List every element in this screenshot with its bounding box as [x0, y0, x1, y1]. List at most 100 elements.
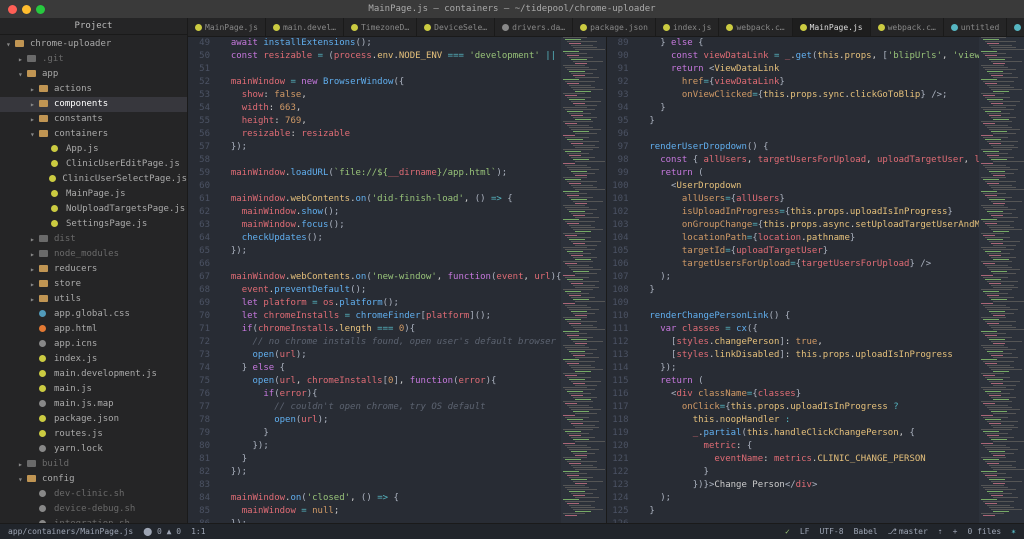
file-item[interactable]: MainPage.js — [0, 187, 187, 202]
code-line[interactable]: let chromeInstalls = chromeFinder[platfo… — [220, 310, 561, 323]
code-line[interactable]: })}>Change Person</div> — [639, 479, 980, 492]
folder-item[interactable]: ▸actions — [0, 82, 187, 97]
minimap[interactable] — [979, 37, 1024, 523]
file-item[interactable]: App.js — [0, 142, 187, 157]
code-line[interactable]: isUploadInProgress={this.props.uploadIsI… — [639, 206, 980, 219]
code-line[interactable] — [639, 128, 980, 141]
code-line[interactable]: mainWindow.show(); — [220, 206, 561, 219]
file-item[interactable]: package.json — [0, 412, 187, 427]
code-line[interactable]: targetId={uploadTargetUser} — [639, 245, 980, 258]
git-push-status[interactable]: ⇡ — [938, 527, 943, 536]
editor-tab[interactable]: untitled — [1007, 18, 1024, 36]
code-line[interactable] — [220, 258, 561, 271]
code-line[interactable] — [220, 479, 561, 492]
folder-item[interactable]: ▾containers — [0, 127, 187, 142]
code-line[interactable]: } — [220, 427, 561, 440]
folder-item[interactable]: ▸components — [0, 97, 187, 112]
code-line[interactable]: _.partial(this.handleClickChangePerson, … — [639, 427, 980, 440]
code-line[interactable]: } — [639, 115, 980, 128]
code-line[interactable]: ); — [639, 492, 980, 505]
share-icon[interactable]: ✶ — [1011, 527, 1016, 536]
file-item[interactable]: ClinicUserEditPage.js — [0, 157, 187, 172]
code-line[interactable]: this.noopHandler : — [639, 414, 980, 427]
folder-item[interactable]: ▸build — [0, 457, 187, 472]
diagnostics[interactable]: ⬤ 0 ▲ 0 — [143, 527, 181, 536]
code-line[interactable]: const viewDataLink = _.get(this.props, [… — [639, 50, 980, 63]
code-line[interactable]: } — [639, 505, 980, 518]
code-line[interactable]: }); — [220, 440, 561, 453]
code-line[interactable]: onGroupChange={this.props.async.setUploa… — [639, 219, 980, 232]
code-content[interactable]: } else { const viewDataLink = _.get(this… — [635, 37, 980, 523]
code-line[interactable]: <UserDropdown — [639, 180, 980, 193]
editor-tab[interactable]: MainPage.js — [188, 18, 266, 36]
file-item[interactable]: app.global.css — [0, 307, 187, 322]
code-line[interactable]: renderChangePersonLink() { — [639, 310, 980, 323]
folder-item[interactable]: ▸dist — [0, 232, 187, 247]
code-line[interactable]: allUsers={allUsers} — [639, 193, 980, 206]
editor-tab[interactable]: TimezoneD… — [344, 18, 417, 36]
code-line[interactable]: event.preventDefault(); — [220, 284, 561, 297]
folder-item[interactable]: ▸constants — [0, 112, 187, 127]
code-line[interactable]: } — [639, 102, 980, 115]
cursor-position[interactable]: 1:1 — [191, 527, 205, 536]
file-item[interactable]: integration.sh — [0, 517, 187, 523]
code-line[interactable]: }); — [220, 466, 561, 479]
code-line[interactable]: // couldn't open chrome, try OS default — [220, 401, 561, 414]
code-line[interactable]: mainWindow.webContents.on('new-window', … — [220, 271, 561, 284]
code-line[interactable]: }); — [639, 362, 980, 375]
file-item[interactable]: main.development.js — [0, 367, 187, 382]
file-tree[interactable]: ▾chrome-uploader▸.git▾app▸actions▸compon… — [0, 35, 187, 523]
editor-tab[interactable]: DeviceSele… — [417, 18, 495, 36]
code-line[interactable]: width: 663, — [220, 102, 561, 115]
code-line[interactable]: targetUsersForUpload={targetUsersForUplo… — [639, 258, 980, 271]
file-item[interactable]: main.js — [0, 382, 187, 397]
editor-tab[interactable]: webpack.c… — [719, 18, 792, 36]
file-item[interactable]: SettingsPage.js — [0, 217, 187, 232]
editor-pane-right[interactable]: 8990919293949596979899100101102103104105… — [606, 37, 1024, 523]
code-line[interactable]: locationPath={location.pathname} — [639, 232, 980, 245]
code-line[interactable]: return ( — [639, 375, 980, 388]
editor-tab[interactable]: webpack.c… — [871, 18, 944, 36]
code-line[interactable] — [220, 154, 561, 167]
code-line[interactable]: onClick={this.props.uploadIsInProgress ? — [639, 401, 980, 414]
folder-item[interactable]: ▾config — [0, 472, 187, 487]
code-line[interactable]: onViewClicked={this.props.sync.clickGoTo… — [639, 89, 980, 102]
code-line[interactable]: } — [220, 453, 561, 466]
code-line[interactable]: metric: { — [639, 440, 980, 453]
file-item[interactable]: index.js — [0, 352, 187, 367]
code-line[interactable]: href={viewDataLink} — [639, 76, 980, 89]
code-line[interactable]: let platform = os.platform(); — [220, 297, 561, 310]
file-item[interactable]: routes.js — [0, 427, 187, 442]
code-line[interactable]: mainWindow = new BrowserWindow({ — [220, 76, 561, 89]
file-item[interactable]: yarn.lock — [0, 442, 187, 457]
editor-tab[interactable]: drivers.da… — [495, 18, 573, 36]
minimap[interactable] — [561, 37, 606, 523]
file-item[interactable]: dev-clinic.sh — [0, 487, 187, 502]
code-line[interactable]: renderUserDropdown() { — [639, 141, 980, 154]
code-line[interactable] — [639, 518, 980, 523]
code-line[interactable]: if(chromeInstalls.length === 0){ — [220, 323, 561, 336]
code-line[interactable]: return ( — [639, 167, 980, 180]
git-add-icon[interactable]: + — [953, 527, 958, 536]
code-line[interactable]: mainWindow = null; — [220, 505, 561, 518]
maximize-window-button[interactable] — [36, 5, 45, 14]
folder-item[interactable]: ▸utils — [0, 292, 187, 307]
folder-item[interactable]: ▸store — [0, 277, 187, 292]
code-line[interactable]: return <ViewDataLink — [639, 63, 980, 76]
file-item[interactable]: main.js.map — [0, 397, 187, 412]
code-line[interactable]: mainWindow.on('closed', () => { — [220, 492, 561, 505]
code-line[interactable]: mainWindow.loadURL(`file://${__dirname}/… — [220, 167, 561, 180]
code-line[interactable]: resizable: resizable — [220, 128, 561, 141]
code-line[interactable]: await installExtensions(); — [220, 37, 561, 50]
code-line[interactable]: } — [639, 466, 980, 479]
folder-item[interactable]: ▸.git — [0, 52, 187, 67]
file-path[interactable]: app/containers/MainPage.js — [8, 527, 133, 536]
folder-item[interactable]: ▾chrome-uploader — [0, 37, 187, 52]
code-line[interactable]: } — [639, 284, 980, 297]
file-item[interactable]: device-debug.sh — [0, 502, 187, 517]
folder-item[interactable]: ▾app — [0, 67, 187, 82]
code-line[interactable]: const resizable = (process.env.NODE_ENV … — [220, 50, 561, 63]
code-line[interactable]: [styles.changePerson]: true, — [639, 336, 980, 349]
file-item[interactable]: NoUploadTargetsPage.js — [0, 202, 187, 217]
code-line[interactable]: mainWindow.webContents.on('did-finish-lo… — [220, 193, 561, 206]
